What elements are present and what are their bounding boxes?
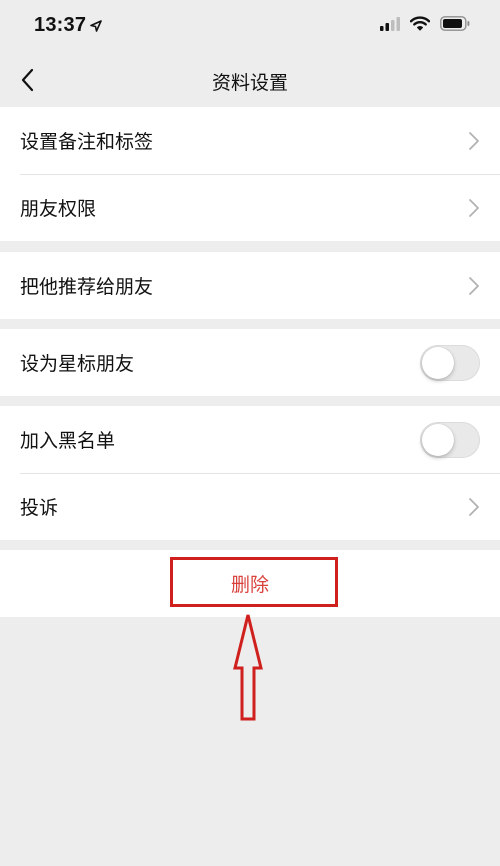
delete-button[interactable]: 删除 — [0, 550, 500, 617]
delete-label: 删除 — [230, 574, 269, 596]
row-add-to-blacklist: 加入黑名单 — [0, 406, 500, 473]
toggle-knob — [422, 423, 454, 456]
page-title: 资料设置 — [211, 72, 288, 94]
chevron-right-icon — [469, 276, 479, 295]
nav-bar: 资料设置 — [0, 54, 500, 106]
settings-group-recommend: 把他推荐给朋友 — [0, 252, 500, 319]
chevron-right-icon — [469, 198, 479, 217]
status-bar: 13:37 — [0, 0, 500, 54]
annotation-arrow-up-icon — [233, 614, 263, 721]
delete-group: 删除 — [0, 550, 500, 617]
status-time: 13:37 — [34, 14, 87, 36]
row-label: 设置备注和标签 — [20, 131, 154, 153]
settings-group-remark: 设置备注和标签 朋友权限 — [0, 107, 500, 241]
row-label: 投诉 — [20, 497, 59, 519]
row-star-friend: 设为星标朋友 — [0, 329, 500, 396]
wifi-icon — [410, 16, 430, 31]
row-label: 加入黑名单 — [20, 430, 116, 452]
row-friend-permissions[interactable]: 朋友权限 — [0, 174, 500, 241]
location-arrow-icon — [90, 20, 102, 32]
row-complain[interactable]: 投诉 — [0, 473, 500, 540]
star-friend-toggle[interactable] — [420, 344, 480, 381]
row-label: 朋友权限 — [20, 198, 97, 220]
row-label: 把他推荐给朋友 — [20, 276, 154, 298]
row-recommend-to-friend[interactable]: 把他推荐给朋友 — [0, 252, 500, 319]
blacklist-toggle[interactable] — [420, 421, 480, 458]
settings-group-block: 加入黑名单 投诉 — [0, 406, 500, 540]
chevron-right-icon — [469, 497, 479, 516]
toggle-knob — [422, 346, 454, 379]
chevron-right-icon — [469, 131, 479, 150]
settings-group-star: 设为星标朋友 — [0, 329, 500, 396]
battery-icon — [440, 16, 470, 31]
signal-icon — [380, 16, 400, 31]
status-icons — [380, 16, 470, 31]
row-set-remark-and-tags[interactable]: 设置备注和标签 — [0, 107, 500, 174]
row-label: 设为星标朋友 — [20, 353, 135, 375]
